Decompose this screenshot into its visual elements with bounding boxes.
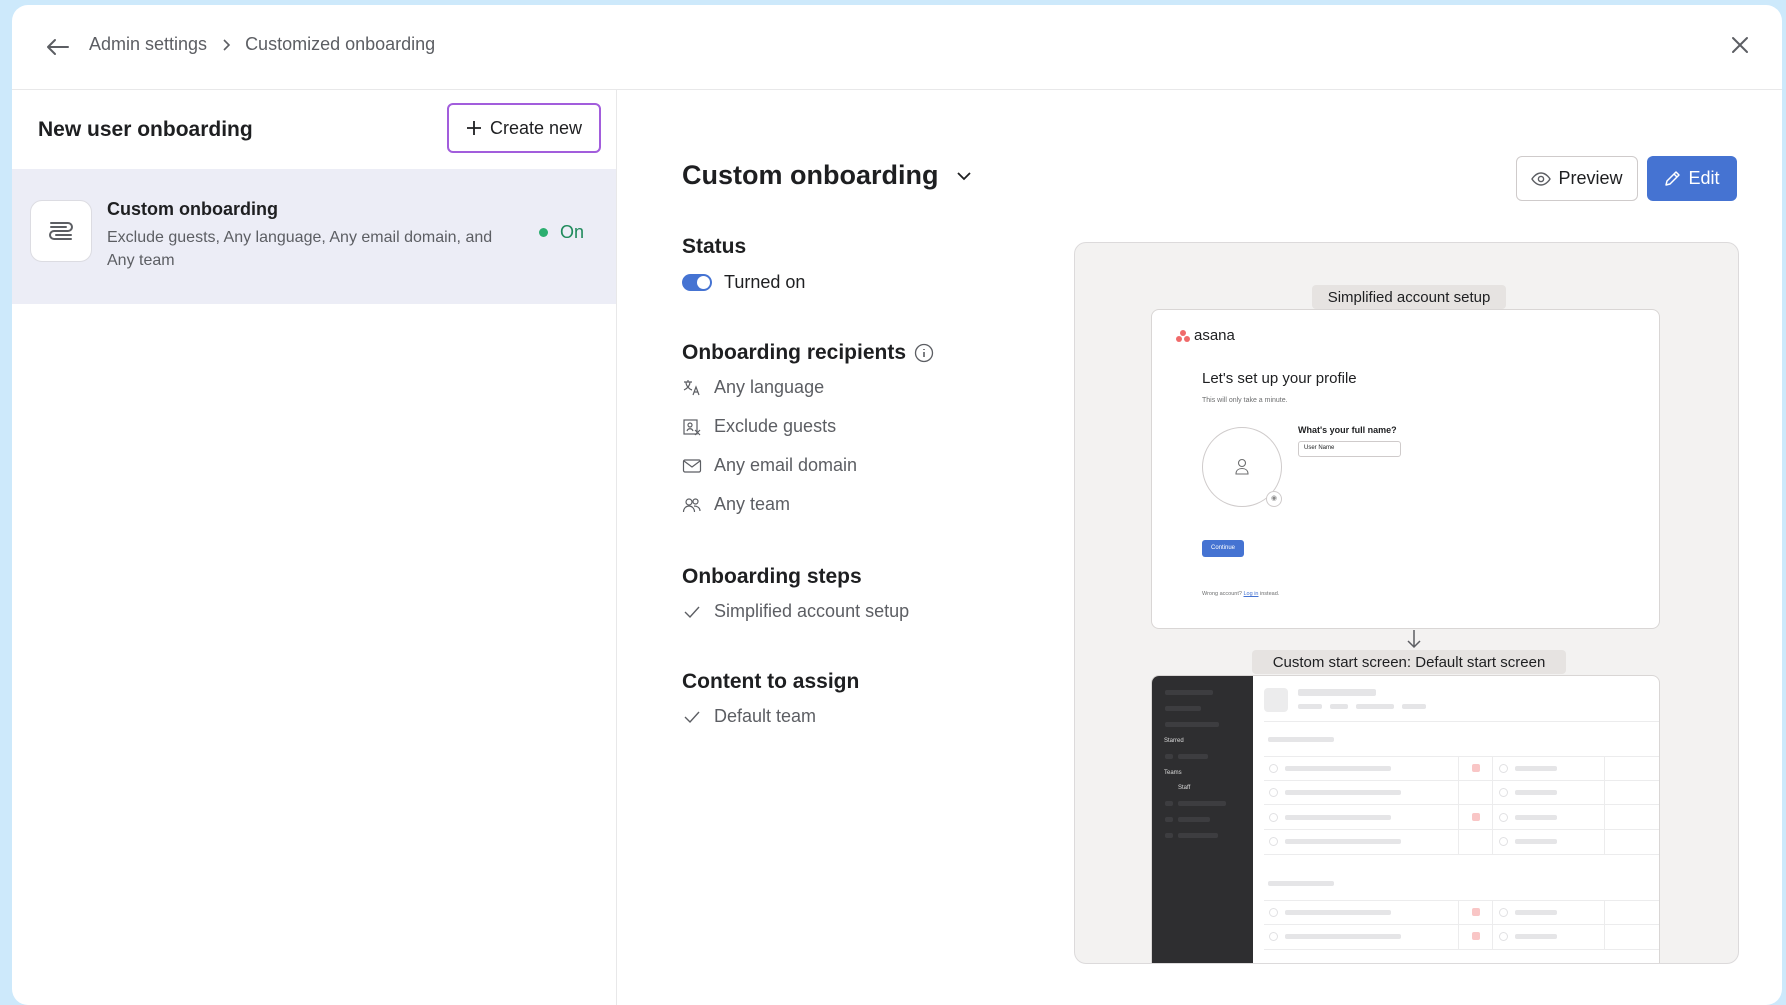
recipient-language: Any language [682, 377, 824, 398]
sidebar-starred: Starred [1164, 738, 1184, 744]
content-heading: Content to assign [682, 670, 860, 693]
breadcrumb: Admin settings Customized onboarding [89, 34, 435, 55]
continue-button-mock: Continue [1202, 540, 1244, 557]
sidebar-team-name: Staff [1178, 785, 1191, 791]
status-value: Turned on [724, 272, 806, 292]
recipient-label: Any team [714, 494, 791, 514]
user-icon [1235, 458, 1249, 475]
recipients-heading-row: Onboarding recipients [682, 341, 934, 365]
recipient-label: Any email domain [714, 455, 858, 475]
breadcrumb-current: Customized onboarding [245, 34, 436, 54]
step1-tag: Simplified account setup [1312, 285, 1506, 309]
chevron-right-icon [223, 38, 231, 51]
name-question: What's your full name? [1298, 425, 1397, 435]
create-new-label: Create new [489, 117, 583, 138]
recipient-guests: Exclude guests [682, 416, 836, 437]
step-label: Simplified account setup [714, 601, 910, 621]
step2-tag: Custom start screen: Default start scree… [1252, 650, 1566, 674]
preview-label: Preview [1558, 168, 1623, 188]
plus-icon [466, 121, 481, 135]
start-screen-mockup: Starred Teams Staff [1151, 675, 1660, 963]
edit-label: Edit [1688, 168, 1720, 188]
team-icon [682, 495, 702, 515]
logo-text: asana [1194, 327, 1235, 344]
item-title: Custom onboarding [107, 199, 278, 219]
profile-title: Let's set up your profile [1202, 370, 1357, 387]
asana-logo-icon [1176, 329, 1190, 342]
detail-title: Custom onboarding [682, 160, 939, 190]
check-icon [682, 707, 702, 727]
recipient-label: Any language [714, 377, 825, 397]
content-label: Default team [714, 706, 817, 726]
top-bar: Admin settings Customized onboarding [12, 5, 1782, 90]
guest-excluded-icon [682, 417, 702, 437]
close-icon[interactable] [1726, 31, 1754, 59]
create-new-button[interactable]: Create new [447, 103, 601, 153]
flow-preview: Simplified account setup asana Let's set… [1074, 242, 1739, 964]
info-icon[interactable] [914, 343, 934, 363]
sidebar-teams: Teams [1164, 770, 1182, 776]
profile-subtitle: This will only take a minute. [1202, 397, 1288, 404]
recipient-team: Any team [682, 494, 790, 515]
recipient-email: Any email domain [682, 455, 857, 476]
onboarding-list-item[interactable]: Custom onboarding Exclude guests, Any la… [12, 169, 616, 304]
onboarding-window: Admin settings Customized onboarding New… [12, 5, 1782, 1005]
check-icon [682, 602, 702, 622]
edit-button[interactable]: Edit [1647, 156, 1737, 201]
account-setup-mockup: asana Let's set up your profile This wil… [1151, 309, 1660, 629]
recipient-label: Exclude guests [714, 416, 837, 436]
onboarding-flow-icon [30, 200, 92, 262]
wrong-account-text: Wrong account? Log in instead. [1202, 591, 1280, 597]
translate-icon [682, 378, 702, 398]
step-item: Simplified account setup [682, 601, 909, 622]
breadcrumb-admin-settings[interactable]: Admin settings [89, 34, 207, 55]
content-item: Default team [682, 706, 816, 727]
mail-icon [682, 456, 702, 476]
onboarding-detail: Custom onboarding Preview Edit Status Tu… [617, 90, 1782, 1005]
chevron-down-icon [957, 171, 972, 180]
steps-heading: Onboarding steps [682, 565, 862, 588]
onboarding-list-panel: New user onboarding Create new Custom on… [12, 90, 617, 1005]
name-field: User Name [1298, 441, 1401, 457]
recipients-heading: Onboarding recipients [682, 341, 907, 364]
asana-logo: asana [1176, 327, 1235, 344]
eye-icon [1531, 171, 1552, 186]
panel-title: New user onboarding [38, 118, 253, 141]
preview-button[interactable]: Preview [1516, 156, 1638, 201]
status-toggle[interactable] [682, 274, 712, 291]
status-badge: On [539, 222, 584, 243]
status-heading: Status [682, 235, 747, 258]
item-description: Exclude guests, Any language, Any email … [107, 229, 493, 269]
status-row: Turned on [682, 272, 805, 293]
mock-sidebar: Starred Teams Staff [1152, 676, 1253, 963]
camera-icon: ◉ [1266, 491, 1282, 507]
detail-title-dropdown[interactable]: Custom onboarding [682, 160, 972, 191]
status-dot-icon [539, 228, 548, 237]
pencil-icon [1665, 171, 1681, 186]
back-arrow-icon[interactable] [42, 33, 72, 61]
status-label: On [560, 222, 585, 242]
